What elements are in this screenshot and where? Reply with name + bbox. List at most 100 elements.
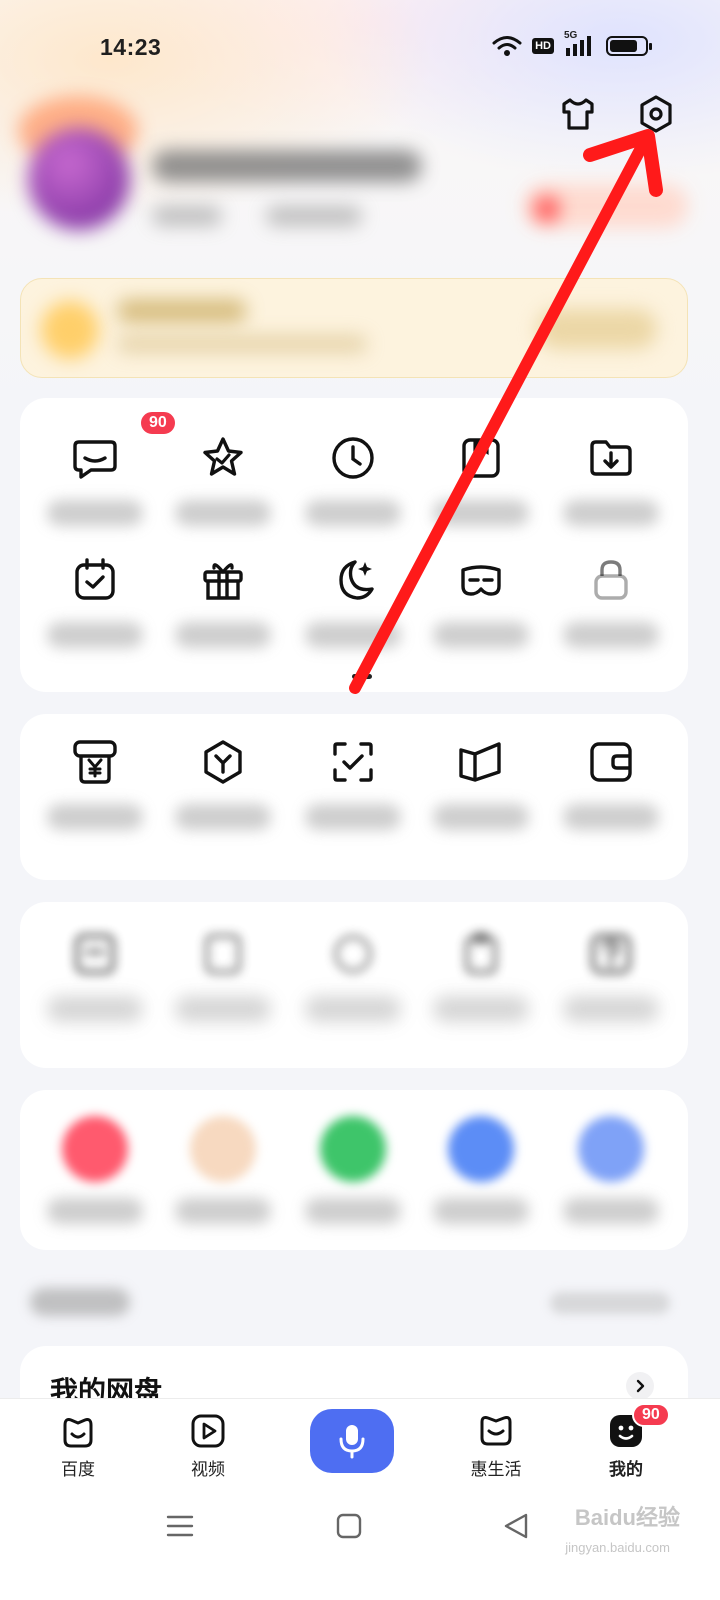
app-icon [190, 1116, 256, 1182]
app-item[interactable] [288, 1116, 418, 1224]
nav-label: 百度 [61, 1460, 95, 1479]
section-header-redacted [30, 1282, 690, 1326]
scan-check-icon [333, 742, 373, 782]
tool-checkin[interactable] [30, 554, 160, 648]
help-icon [591, 934, 631, 974]
vip-banner[interactable] [20, 278, 688, 378]
tool-label [47, 500, 143, 526]
watermark-url: jingyan.baidu.com [565, 1540, 670, 1555]
nav-baidu[interactable]: 百度 [28, 1411, 128, 1480]
nav-mine[interactable]: 90 我的 [576, 1403, 676, 1480]
service-label [175, 804, 271, 830]
more-tool-item[interactable] [416, 928, 546, 1022]
service-item[interactable] [288, 736, 418, 830]
tool-night-mode[interactable] [288, 554, 418, 648]
tool-favorites[interactable] [158, 432, 288, 526]
tool-label [47, 622, 143, 648]
nav-life[interactable]: 惠生活 [446, 1411, 546, 1480]
avatar[interactable] [28, 128, 130, 230]
tool-label [305, 622, 401, 648]
tool-history[interactable] [288, 432, 418, 526]
clock-icon [332, 437, 374, 479]
wallet-icon [590, 742, 632, 782]
tool-label [433, 500, 529, 526]
tool-incognito[interactable] [416, 554, 546, 648]
app-item[interactable] [30, 1116, 160, 1224]
note-icon [75, 934, 115, 974]
bookmark-icon [462, 438, 500, 478]
service-label [47, 804, 143, 830]
more-tool-label [563, 996, 659, 1022]
tool-label [175, 622, 271, 648]
hd-badge: HD [532, 38, 554, 54]
user-stat-redacted [152, 206, 222, 226]
download-folder-icon [590, 440, 632, 476]
settings-icon [640, 95, 672, 133]
app-item[interactable] [546, 1116, 676, 1224]
watermark-brand: Baidu经验 [574, 1505, 680, 1530]
app-item[interactable] [416, 1116, 546, 1224]
app-label [433, 1198, 529, 1224]
app-icon [62, 1116, 128, 1182]
vip-action-button[interactable] [537, 309, 657, 349]
wifi-icon [492, 36, 522, 56]
more-tool-label [175, 996, 271, 1022]
more-tools-card [20, 902, 688, 1068]
nav-badge: 90 [632, 1403, 670, 1427]
more-tool-item[interactable] [158, 928, 288, 1022]
star-icon [203, 437, 243, 476]
hexagon-icon [204, 740, 242, 784]
tool-label [175, 500, 271, 526]
service-item[interactable] [546, 736, 676, 830]
more-tool-label [305, 996, 401, 1022]
video-play-icon [191, 1414, 225, 1448]
tool-gift[interactable] [158, 554, 288, 648]
app-item[interactable] [158, 1116, 288, 1224]
more-tool-item[interactable] [546, 928, 676, 1022]
calendar-check-icon [75, 558, 115, 600]
tool-privacy[interactable] [546, 554, 676, 648]
tool-bookmarks[interactable] [416, 432, 546, 526]
app-label [563, 1198, 659, 1224]
life-icon [480, 1416, 512, 1446]
user-name-redacted[interactable] [152, 150, 422, 182]
microphone-icon [339, 1425, 365, 1459]
reward-dot [534, 196, 560, 222]
status-icons: HD 5G [492, 30, 652, 58]
app-icon [578, 1116, 644, 1182]
service-item[interactable] [158, 736, 288, 830]
user-stat-redacted [266, 206, 362, 226]
mask-icon [461, 565, 501, 596]
home-icon[interactable] [336, 1512, 362, 1540]
voice-search-button[interactable] [310, 1409, 394, 1473]
battery-level [610, 40, 637, 52]
apps-card [20, 1090, 688, 1250]
menu-icon[interactable] [166, 1512, 194, 1540]
baidu-home-icon [63, 1418, 93, 1448]
battery-icon [606, 36, 652, 56]
services-card [20, 714, 688, 880]
nav-label: 我的 [609, 1460, 643, 1479]
more-tool-item[interactable] [30, 928, 160, 1022]
service-item[interactable] [30, 736, 160, 830]
tool-downloads[interactable] [546, 432, 676, 526]
moon-icon [339, 560, 374, 600]
section-link-redacted[interactable] [550, 1292, 670, 1314]
back-icon[interactable] [502, 1512, 530, 1540]
bottom-navigation: 百度 视频 惠生活 90 我的 [0, 1398, 720, 1490]
nav-label: 惠生活 [470, 1460, 522, 1479]
app-label [175, 1198, 271, 1224]
more-tool-label [433, 996, 529, 1022]
netdisk-more-button[interactable] [626, 1372, 654, 1400]
skin-button[interactable] [556, 92, 600, 136]
clipboard-icon [465, 932, 497, 974]
settings-button[interactable] [634, 92, 678, 136]
app-label [47, 1198, 143, 1224]
tool-messages[interactable]: 90 [30, 410, 177, 526]
lock-icon [594, 560, 628, 600]
message-icon [73, 440, 117, 479]
service-item[interactable] [416, 736, 546, 830]
nav-video[interactable]: 视频 [158, 1411, 258, 1480]
tool-label [305, 500, 401, 526]
more-tool-item[interactable] [288, 928, 418, 1022]
